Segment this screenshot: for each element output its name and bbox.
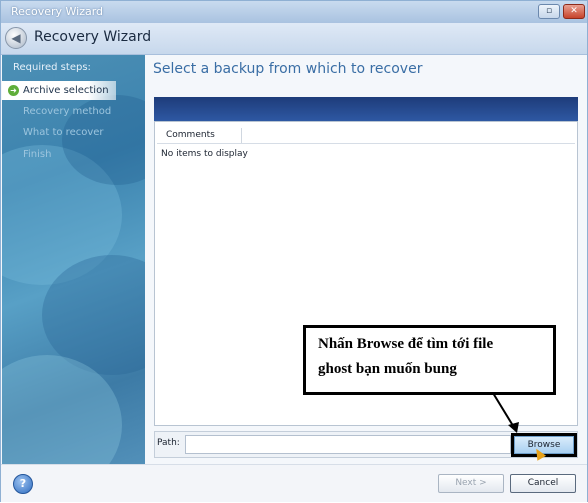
title-bar: Recovery Wizard ▫ ✕ [1,1,587,23]
window-title: Recovery Wizard [11,5,104,18]
page-title: Select a backup from which to recover [153,61,423,77]
step-what-to-recover: What to recover [2,123,145,142]
step-recovery-method: Recovery method [2,102,145,121]
callout-line-1: Nhấn Browse để tìm tới file [318,336,494,352]
column-comments[interactable]: Comments [166,130,215,140]
close-button[interactable]: ✕ [563,4,585,19]
close-icon: ✕ [570,6,578,16]
step-label: Archive selection [23,85,109,96]
restore-button[interactable]: ▫ [538,4,560,19]
callout-line-2: ghost bạn muốn bung [318,361,457,377]
path-label: Path: [157,438,180,448]
list-column-header: Comments [157,128,575,144]
wizard-title: Recovery Wizard [34,29,152,45]
step-label: Recovery method [23,106,112,117]
restore-icon: ▫ [545,6,553,16]
step-finish: Finish [2,145,145,164]
wizard-header: ◀ Recovery Wizard [1,23,587,55]
empty-list-message: No items to display [161,149,248,159]
cancel-button[interactable]: Cancel [510,474,576,493]
list-header-bar [154,97,578,122]
instruction-callout: Nhấn Browse để tìm tới file ghost bạn mu… [303,325,556,395]
step-label: What to recover [23,127,104,138]
recovery-wizard-window: Recovery Wizard ▫ ✕ ◀ Recovery Wizard Re… [0,0,588,502]
wizard-footer: ? Next > Cancel [1,464,587,502]
help-icon[interactable]: ? [13,474,33,494]
step-label: Finish [23,149,52,160]
next-button[interactable]: Next > [438,474,504,493]
path-input[interactable] [185,435,511,454]
steps-sidebar: Required steps: ➜ Archive selection Reco… [2,55,145,464]
green-arrow-icon: ➜ [8,85,19,96]
required-steps-heading: Required steps: [13,62,91,73]
step-archive-selection[interactable]: ➜ Archive selection [2,81,116,100]
column-divider[interactable] [241,128,242,143]
back-arrow-icon[interactable]: ◀ [5,27,27,49]
